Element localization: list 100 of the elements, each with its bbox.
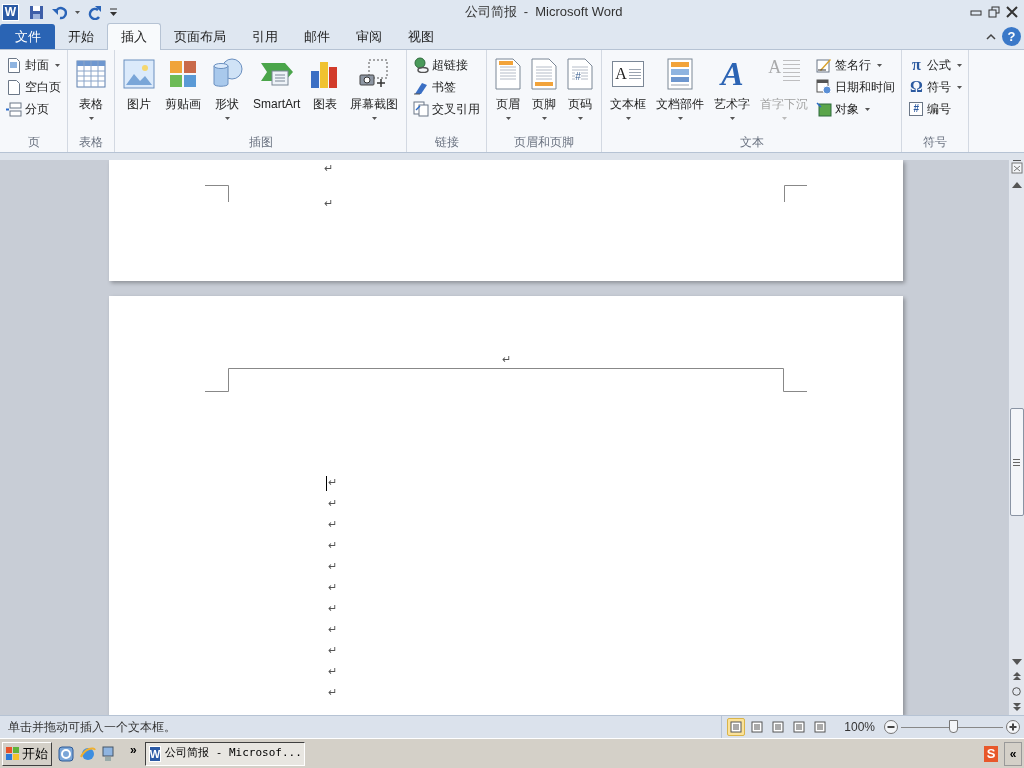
clip-art-icon bbox=[169, 60, 197, 88]
ribbon-button[interactable]: 封面 bbox=[4, 54, 63, 76]
ribbon-button[interactable]: A 文本框 bbox=[606, 52, 651, 130]
paragraph-mark: ↵ bbox=[328, 581, 337, 593]
zoom-percent[interactable]: 100% bbox=[844, 718, 875, 736]
dropdown-arrow-icon bbox=[729, 116, 735, 120]
ribbon-button[interactable]: 空白页 bbox=[4, 76, 63, 98]
group-label: 表格 bbox=[79, 134, 103, 151]
view-mode-icon bbox=[814, 721, 827, 733]
page-break-icon bbox=[6, 101, 22, 117]
collapse-ribbon-icon[interactable] bbox=[986, 33, 996, 40]
dropdown-arrow-icon bbox=[577, 116, 583, 120]
blank-page-icon bbox=[8, 79, 20, 95]
ribbon-button[interactable]: A 艺术字 bbox=[710, 52, 755, 130]
letter-glyph: A bbox=[768, 58, 782, 79]
picture-icon bbox=[123, 59, 155, 89]
taskbar-window-button[interactable]: W 公司简报 - Microsof... bbox=[144, 741, 305, 766]
scroll-thumb[interactable] bbox=[1009, 408, 1024, 516]
dropdown-arrow-icon bbox=[88, 116, 94, 120]
word-logo: W bbox=[2, 3, 19, 21]
window-title: 公司简报 - Microsoft Word bbox=[464, 3, 623, 22]
ribbon-tab[interactable]: 邮件 bbox=[291, 24, 343, 49]
customize-toolbar-icon[interactable] bbox=[110, 7, 117, 17]
ribbon-button[interactable]: 屏幕截图 bbox=[346, 52, 403, 130]
paragraph-mark: ↵ bbox=[328, 644, 337, 656]
view-mode-icon bbox=[793, 721, 806, 733]
start-button[interactable]: 开始 bbox=[2, 741, 52, 766]
hyperlink-globe-icon bbox=[413, 57, 430, 73]
ribbon-button[interactable]: 形状 bbox=[207, 52, 247, 130]
paragraph-mark: ↵ bbox=[328, 476, 337, 488]
group-label: 符号 bbox=[923, 134, 948, 151]
ribbon-button[interactable]: 图片 bbox=[119, 52, 159, 130]
cross-reference-icon bbox=[413, 101, 430, 117]
desktop-icon[interactable] bbox=[102, 745, 114, 762]
ribbon-button[interactable]: 交叉引用 bbox=[411, 98, 483, 120]
word-art-icon: A bbox=[721, 58, 744, 90]
ribbon-button[interactable]: 分页 bbox=[4, 98, 63, 120]
pi-icon: π bbox=[908, 57, 925, 73]
ribbon-button[interactable]: # 编号 bbox=[906, 98, 965, 120]
ribbon-tab[interactable]: 视图 bbox=[395, 24, 447, 49]
dropdown-arrow-icon bbox=[371, 116, 377, 120]
previous-page-icon[interactable] bbox=[1012, 671, 1021, 681]
group-label: 插图 bbox=[248, 134, 273, 151]
ribbon-tab[interactable]: 引用 bbox=[239, 24, 291, 49]
view-mode-icon bbox=[751, 721, 764, 733]
zoom-out-icon[interactable] bbox=[884, 720, 898, 734]
ribbon-button[interactable]: SmartArt bbox=[249, 52, 305, 130]
help-button[interactable]: ? bbox=[1002, 27, 1021, 46]
dropdown-arrow-icon bbox=[877, 63, 883, 67]
view-mode-button[interactable] bbox=[727, 718, 746, 736]
ribbon-tab[interactable]: 插入 bbox=[107, 23, 161, 50]
page-number-icon bbox=[567, 58, 594, 90]
ribbon-tab[interactable]: 审阅 bbox=[343, 24, 395, 49]
paragraph-mark: ↵ bbox=[328, 623, 337, 635]
zoom-in-icon[interactable] bbox=[1006, 720, 1020, 734]
dropdown-arrow-icon bbox=[957, 85, 963, 89]
ribbon-button[interactable]: 文档部件 bbox=[652, 52, 709, 130]
ribbon-button[interactable]: 表格 bbox=[72, 52, 110, 130]
ribbon-tab[interactable]: 页面布局 bbox=[161, 24, 239, 49]
redo-icon[interactable] bbox=[88, 4, 102, 20]
file-tab[interactable]: 文件 bbox=[0, 24, 55, 49]
paragraph-mark: ↵ bbox=[324, 197, 333, 209]
ribbon-button[interactable]: 页眉 bbox=[491, 52, 526, 130]
show-hidden-icons-button[interactable]: « bbox=[1004, 741, 1022, 766]
quick-launch-icon[interactable] bbox=[58, 745, 74, 762]
ribbon-button[interactable]: # 页码 bbox=[563, 52, 598, 130]
ribbon-button[interactable]: 超链接 bbox=[411, 54, 483, 76]
minimize-icon[interactable] bbox=[970, 7, 982, 17]
ribbon-button[interactable]: 书签 bbox=[411, 76, 483, 98]
ribbon-button[interactable]: 日期和时间 bbox=[814, 76, 898, 98]
next-page-icon[interactable] bbox=[1012, 702, 1021, 712]
browse-object-icon[interactable] bbox=[1012, 687, 1021, 696]
tray-logo[interactable]: S bbox=[984, 745, 998, 762]
object-icon bbox=[816, 101, 833, 117]
dropdown-arrow-icon bbox=[541, 116, 547, 120]
scroll-up-icon[interactable] bbox=[1011, 182, 1022, 188]
restore-icon[interactable] bbox=[988, 6, 1000, 18]
save-icon[interactable] bbox=[29, 4, 44, 20]
ribbon-button[interactable]: 签名行 bbox=[814, 54, 898, 76]
dropdown-arrow-icon bbox=[505, 116, 511, 120]
screenshot-icon bbox=[359, 59, 390, 89]
undo-icon[interactable] bbox=[52, 4, 67, 20]
dropdown-arrow-icon bbox=[865, 107, 871, 111]
ribbon-button[interactable]: 图表 bbox=[306, 52, 345, 130]
ribbon-button[interactable]: 剪贴画 bbox=[161, 52, 205, 130]
ribbon-button[interactable]: 对象 bbox=[814, 98, 898, 120]
dropdown-arrow-icon bbox=[781, 116, 787, 120]
split-view-icon[interactable] bbox=[1010, 160, 1023, 174]
ribbon-tab[interactable]: 开始 bbox=[55, 24, 107, 49]
zoom-thumb[interactable] bbox=[949, 720, 958, 733]
zoom-slider[interactable] bbox=[901, 720, 1003, 734]
more-chevron[interactable]: » bbox=[130, 740, 137, 759]
close-icon[interactable] bbox=[1006, 6, 1018, 18]
ribbon-button[interactable]: Ω 符号 bbox=[906, 76, 965, 98]
scroll-down-icon[interactable] bbox=[1011, 659, 1022, 665]
ribbon-button[interactable]: 页脚 bbox=[527, 52, 562, 130]
letter-glyph: A bbox=[615, 66, 627, 82]
smartart-graphic-icon bbox=[259, 60, 294, 88]
ribbon-button[interactable]: π 公式 bbox=[906, 54, 965, 76]
page-footer-icon bbox=[531, 58, 558, 90]
